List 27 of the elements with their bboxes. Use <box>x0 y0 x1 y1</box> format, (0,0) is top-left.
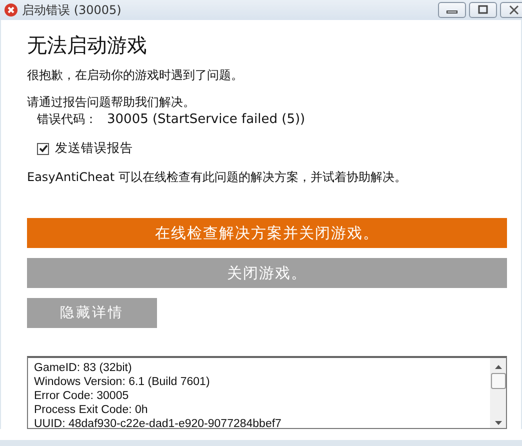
detail-line: Process Exit Code: 0h <box>34 403 149 417</box>
close-game-button[interactable]: 关闭游戏。 <box>27 258 507 288</box>
maximize-icon <box>477 5 489 15</box>
info-text: EasyAntiCheat 可以在线检查有此问题的解决方案，并试着协助解决。 <box>27 169 408 186</box>
heading: 无法启动游戏 <box>27 32 148 59</box>
close-button[interactable] <box>500 2 522 18</box>
scroll-up-icon[interactable] <box>494 364 502 369</box>
scrollbar[interactable] <box>490 358 506 428</box>
report-prompt: 请通过报告问题帮助我们解决。 <box>27 94 196 111</box>
check-online-button[interactable]: 在线检查解决方案并关闭游戏。 <box>27 218 507 248</box>
detail-line: Error Code: 30005 <box>34 389 130 403</box>
scroll-down-icon[interactable] <box>494 421 502 426</box>
error-code-label: 错误代码： <box>37 111 97 128</box>
detail-line: GameID: 83 (32bit) <box>34 361 133 375</box>
maximize-button[interactable] <box>469 2 497 18</box>
hide-details-button[interactable]: 隐藏详情 <box>27 298 157 328</box>
error-icon <box>4 3 18 17</box>
error-code-value: 30005 (StartService failed (5)) <box>107 111 306 128</box>
detail-line: UUID: 48daf930-c22e-dad1-e920-9077284bbef7 <box>34 417 282 428</box>
close-icon <box>509 5 519 15</box>
scroll-thumb[interactable] <box>490 373 506 389</box>
detail-line: Windows Version: 6.1 (Build 7601) <box>34 375 211 389</box>
send-report-checkbox[interactable] <box>37 142 49 154</box>
apology-text: 很抱歉，在启动你的游戏时遇到了问题。 <box>27 67 244 84</box>
minimize-button[interactable] <box>438 2 466 18</box>
send-report-label: 发送错误报告 <box>55 140 133 157</box>
window-title: 启动错误 (30005) <box>22 2 122 18</box>
